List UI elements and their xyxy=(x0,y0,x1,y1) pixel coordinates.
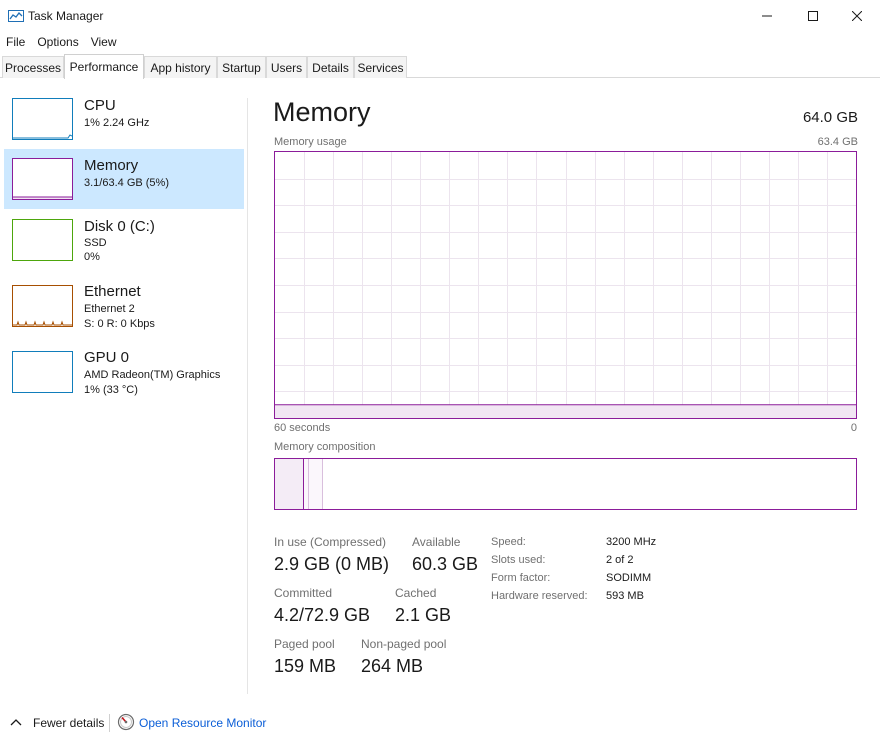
memory-composition-bar xyxy=(275,459,323,509)
sidebar-item-ethernet[interactable]: Ethernet Ethernet 2 S: 0 R: 0 Kbps xyxy=(4,276,244,336)
memory-usage-graph xyxy=(274,151,857,419)
ethernet-sparkline xyxy=(13,320,72,326)
sidebar-item-detail: AMD Radeon(TM) Graphics xyxy=(84,369,221,381)
tab-app-history[interactable]: App history xyxy=(144,56,217,78)
chevron-up-icon[interactable] xyxy=(10,717,22,727)
sidebar-item-name: Ethernet xyxy=(84,283,141,300)
memory-thumbnail-graph xyxy=(12,158,73,200)
in-use-value: 2.9 GB (0 MB) xyxy=(274,554,390,574)
form-factor-label: Form factor: xyxy=(491,572,551,584)
sidebar-item-name: CPU xyxy=(84,97,116,114)
in-use-label: In use (Compressed) xyxy=(274,535,387,549)
sidebar-item-detail: 3.1/63.4 GB (5%) xyxy=(84,177,169,189)
composition-modified xyxy=(304,459,323,509)
sidebar-item-name: Memory xyxy=(84,157,139,174)
sidebar-item-detail-2: 0% xyxy=(84,251,100,263)
paged-pool-value: 159 MB xyxy=(274,656,337,676)
sidebar-item-detail: 1% 2.24 GHz xyxy=(84,117,150,129)
sidebar-item-disk[interactable]: Disk 0 (C:) SSD 0% xyxy=(4,210,244,270)
cached-label: Cached xyxy=(395,586,437,600)
page-title: Memory xyxy=(273,97,371,127)
disk-thumbnail-graph xyxy=(12,219,73,261)
menu-file[interactable]: File xyxy=(0,32,31,52)
form-factor-value: SODIMM xyxy=(606,572,652,584)
slots-used-label: Slots used: xyxy=(491,554,546,566)
open-resource-monitor-link[interactable]: Open Resource Monitor xyxy=(139,716,266,730)
sidebar-item-detail-2: S: 0 R: 0 Kbps xyxy=(84,318,155,330)
memory-usage-grid xyxy=(275,152,856,418)
footer-bar: Fewer details Open Resource Monitor xyxy=(0,708,880,738)
speed-label: Speed: xyxy=(491,536,526,548)
memory-composition-label: Memory composition xyxy=(274,441,376,453)
tab-details[interactable]: Details xyxy=(307,56,354,78)
time-axis-start: 60 seconds xyxy=(274,422,331,434)
window-title: Task Manager xyxy=(28,9,104,23)
tab-users[interactable]: Users xyxy=(266,56,307,78)
speed-value: 3200 MHz xyxy=(606,536,657,548)
close-icon xyxy=(852,11,862,21)
minimize-button[interactable] xyxy=(744,0,790,32)
available-value: 60.3 GB xyxy=(412,554,479,574)
cpu-sparkline xyxy=(13,134,73,139)
slots-used-value: 2 of 2 xyxy=(606,554,634,566)
time-axis-end: 0 xyxy=(850,422,857,434)
sidebar-item-detail: Ethernet 2 xyxy=(84,303,135,315)
footer-separator xyxy=(109,714,110,732)
tab-performance[interactable]: Performance xyxy=(64,54,144,79)
paged-pool-label: Paged pool xyxy=(274,637,335,651)
committed-value: 4.2/72.9 GB xyxy=(274,605,371,625)
resource-monitor-icon[interactable] xyxy=(117,713,135,731)
available-label: Available xyxy=(412,535,461,549)
tab-services[interactable]: Services xyxy=(354,56,407,78)
non-paged-pool-value: 264 MB xyxy=(361,656,424,676)
menu-view[interactable]: View xyxy=(85,32,123,52)
cpu-thumbnail-graph xyxy=(12,98,73,140)
memory-sparkline xyxy=(13,196,72,199)
tab-processes[interactable]: Processes xyxy=(2,56,64,78)
composition-in-use xyxy=(275,459,303,509)
gpu-thumbnail-graph xyxy=(12,351,73,393)
sidebar-item-memory[interactable]: Memory 3.1/63.4 GB (5%) xyxy=(4,149,244,209)
resource-sidebar: CPU 1% 2.24 GHz Memory 3.1/63.4 GB (5%) … xyxy=(0,78,247,698)
title-bar: Task Manager xyxy=(0,0,880,32)
minimize-icon xyxy=(762,15,772,17)
memory-usage-label: Memory usage xyxy=(274,136,347,148)
memory-usage-max: 63.4 GB xyxy=(817,136,858,148)
memory-composition-graph xyxy=(274,458,857,510)
sidebar-item-detail-2: 1% (33 °C) xyxy=(84,384,138,396)
non-paged-pool-label: Non-paged pool xyxy=(361,637,447,651)
maximize-icon xyxy=(808,11,818,21)
memory-total: 64.0 GB xyxy=(802,109,858,126)
pane-divider[interactable] xyxy=(247,98,248,694)
hardware-reserved-value: 593 MB xyxy=(606,590,644,602)
hardware-reserved-label: Hardware reserved: xyxy=(491,590,588,602)
memory-usage-area xyxy=(275,404,856,418)
maximize-button[interactable] xyxy=(790,0,836,32)
sidebar-item-name: GPU 0 xyxy=(84,349,130,366)
tab-startup[interactable]: Startup xyxy=(217,56,266,78)
cached-value: 2.1 GB xyxy=(395,605,452,625)
sidebar-item-detail: SSD xyxy=(84,237,107,249)
sidebar-item-name: Disk 0 (C:) xyxy=(84,218,155,235)
close-button[interactable] xyxy=(834,0,880,32)
committed-label: Committed xyxy=(274,586,333,600)
sidebar-item-gpu[interactable]: GPU 0 AMD Radeon(TM) Graphics 1% (33 °C) xyxy=(4,342,244,402)
ethernet-thumbnail-graph xyxy=(12,285,73,327)
sidebar-item-cpu[interactable]: CPU 1% 2.24 GHz xyxy=(4,90,244,150)
fewer-details-button[interactable]: Fewer details xyxy=(33,716,104,730)
task-manager-icon xyxy=(8,10,24,22)
menu-bar: File Options View xyxy=(0,32,123,52)
menu-options[interactable]: Options xyxy=(31,32,84,52)
tab-bar: Processes Performance App history Startu… xyxy=(0,54,880,79)
